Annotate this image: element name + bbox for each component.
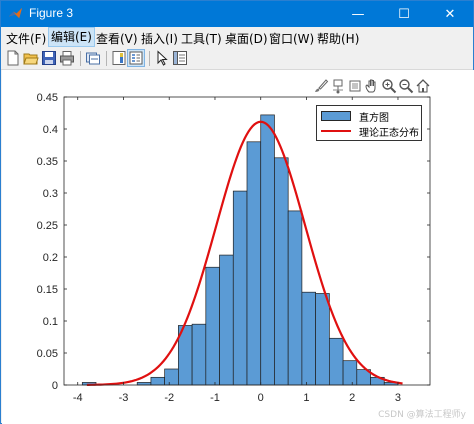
figure-window: Figure 3 — ☐ ✕ 文件(F) 编辑(E) 查看(V) 插入(I) 工… bbox=[0, 0, 474, 424]
y-tick-label: 0.1 bbox=[43, 316, 58, 328]
matlab-logo-icon bbox=[8, 7, 23, 19]
legend-label-histogram: 直方图 bbox=[359, 113, 389, 124]
x-tick-label: -1 bbox=[210, 392, 220, 404]
x-tick-label: 2 bbox=[349, 392, 355, 404]
edit-plot-arrow-icon[interactable] bbox=[154, 50, 170, 66]
menu-desktop[interactable]: 桌面(D) bbox=[225, 30, 268, 47]
histogram-bar bbox=[232, 190, 248, 386]
histogram-bar bbox=[164, 368, 179, 386]
x-tick-label: 1 bbox=[303, 392, 309, 404]
maximize-button[interactable]: ☐ bbox=[381, 1, 427, 27]
histogram-bar bbox=[287, 210, 303, 386]
y-tick-label: 0 bbox=[52, 380, 58, 392]
figure-canvas: -4 -3 -2 -1 0 1 2 3 0 0.05 0.1 0.15 0.2 0.25 0.3 0.35 0… bbox=[2, 70, 474, 424]
x-tick-label: 0 bbox=[258, 392, 264, 404]
histogram-bar bbox=[260, 114, 275, 386]
menu-view[interactable]: 查看(V) bbox=[96, 30, 138, 47]
menu-edit[interactable]: 编辑(E) bbox=[48, 27, 95, 47]
histogram-bar bbox=[301, 291, 316, 386]
x-tick-label: -4 bbox=[73, 392, 83, 404]
minimize-button[interactable]: — bbox=[335, 1, 381, 27]
legend-icon[interactable] bbox=[127, 49, 145, 67]
link-icon[interactable] bbox=[85, 50, 101, 66]
menu-bar: 文件(F) 编辑(E) 查看(V) 插入(I) 工具(T) 桌面(D) 窗口(W… bbox=[1, 27, 473, 47]
histogram-bar bbox=[191, 323, 207, 386]
print-icon[interactable] bbox=[59, 50, 75, 66]
property-inspector-icon[interactable] bbox=[172, 50, 188, 66]
histogram-bar bbox=[205, 266, 220, 386]
x-tick-label: -2 bbox=[164, 392, 174, 404]
menu-tools[interactable]: 工具(T) bbox=[181, 30, 222, 47]
legend-swatch-bar bbox=[321, 111, 351, 121]
legend-label-curve: 理论正态分布 bbox=[359, 128, 419, 139]
toolbar-separator bbox=[106, 51, 107, 66]
window-title: Figure 3 bbox=[29, 6, 74, 20]
menu-help[interactable]: 帮助(H) bbox=[317, 30, 359, 47]
open-file-icon[interactable] bbox=[23, 50, 39, 66]
toolbar-separator bbox=[149, 51, 150, 66]
csdn-watermark: CSDN @算法工程师y bbox=[378, 410, 466, 420]
histogram-bar bbox=[342, 360, 358, 386]
histogram-bar bbox=[274, 157, 289, 386]
title-bar[interactable]: Figure 3 — ☐ ✕ bbox=[1, 1, 473, 27]
menu-window[interactable]: 窗口(W) bbox=[269, 30, 314, 47]
y-tick-label: 0.4 bbox=[43, 124, 58, 136]
save-icon[interactable] bbox=[41, 50, 57, 66]
histogram-bar bbox=[329, 337, 344, 386]
histogram-bar bbox=[246, 141, 262, 386]
y-tick-label: 0.05 bbox=[37, 348, 58, 360]
new-figure-icon[interactable] bbox=[5, 50, 21, 66]
y-tick-label: 0.45 bbox=[37, 92, 58, 104]
toolbar-separator bbox=[80, 51, 81, 66]
histogram-bar bbox=[315, 293, 330, 386]
menu-file[interactable]: 文件(F) bbox=[6, 30, 46, 47]
close-button[interactable]: ✕ bbox=[427, 1, 473, 27]
colorbar-icon[interactable] bbox=[111, 50, 127, 66]
y-tick-label: 0.3 bbox=[43, 188, 58, 200]
y-tick-label: 0.25 bbox=[37, 220, 58, 232]
x-tick-label: 3 bbox=[395, 392, 401, 404]
x-tick-label: -3 bbox=[119, 392, 129, 404]
y-tick-label: 0.2 bbox=[43, 252, 58, 264]
legend-swatch-line bbox=[321, 130, 351, 132]
figure-toolbar bbox=[1, 47, 473, 70]
legend[interactable]: 直方图 理论正态分布 bbox=[316, 105, 422, 141]
y-tick-label: 0.35 bbox=[37, 156, 58, 168]
y-tick-label: 0.15 bbox=[37, 284, 58, 296]
menu-insert[interactable]: 插入(I) bbox=[141, 30, 178, 47]
histogram-bar bbox=[219, 254, 234, 386]
histogram-bar bbox=[150, 376, 165, 386]
